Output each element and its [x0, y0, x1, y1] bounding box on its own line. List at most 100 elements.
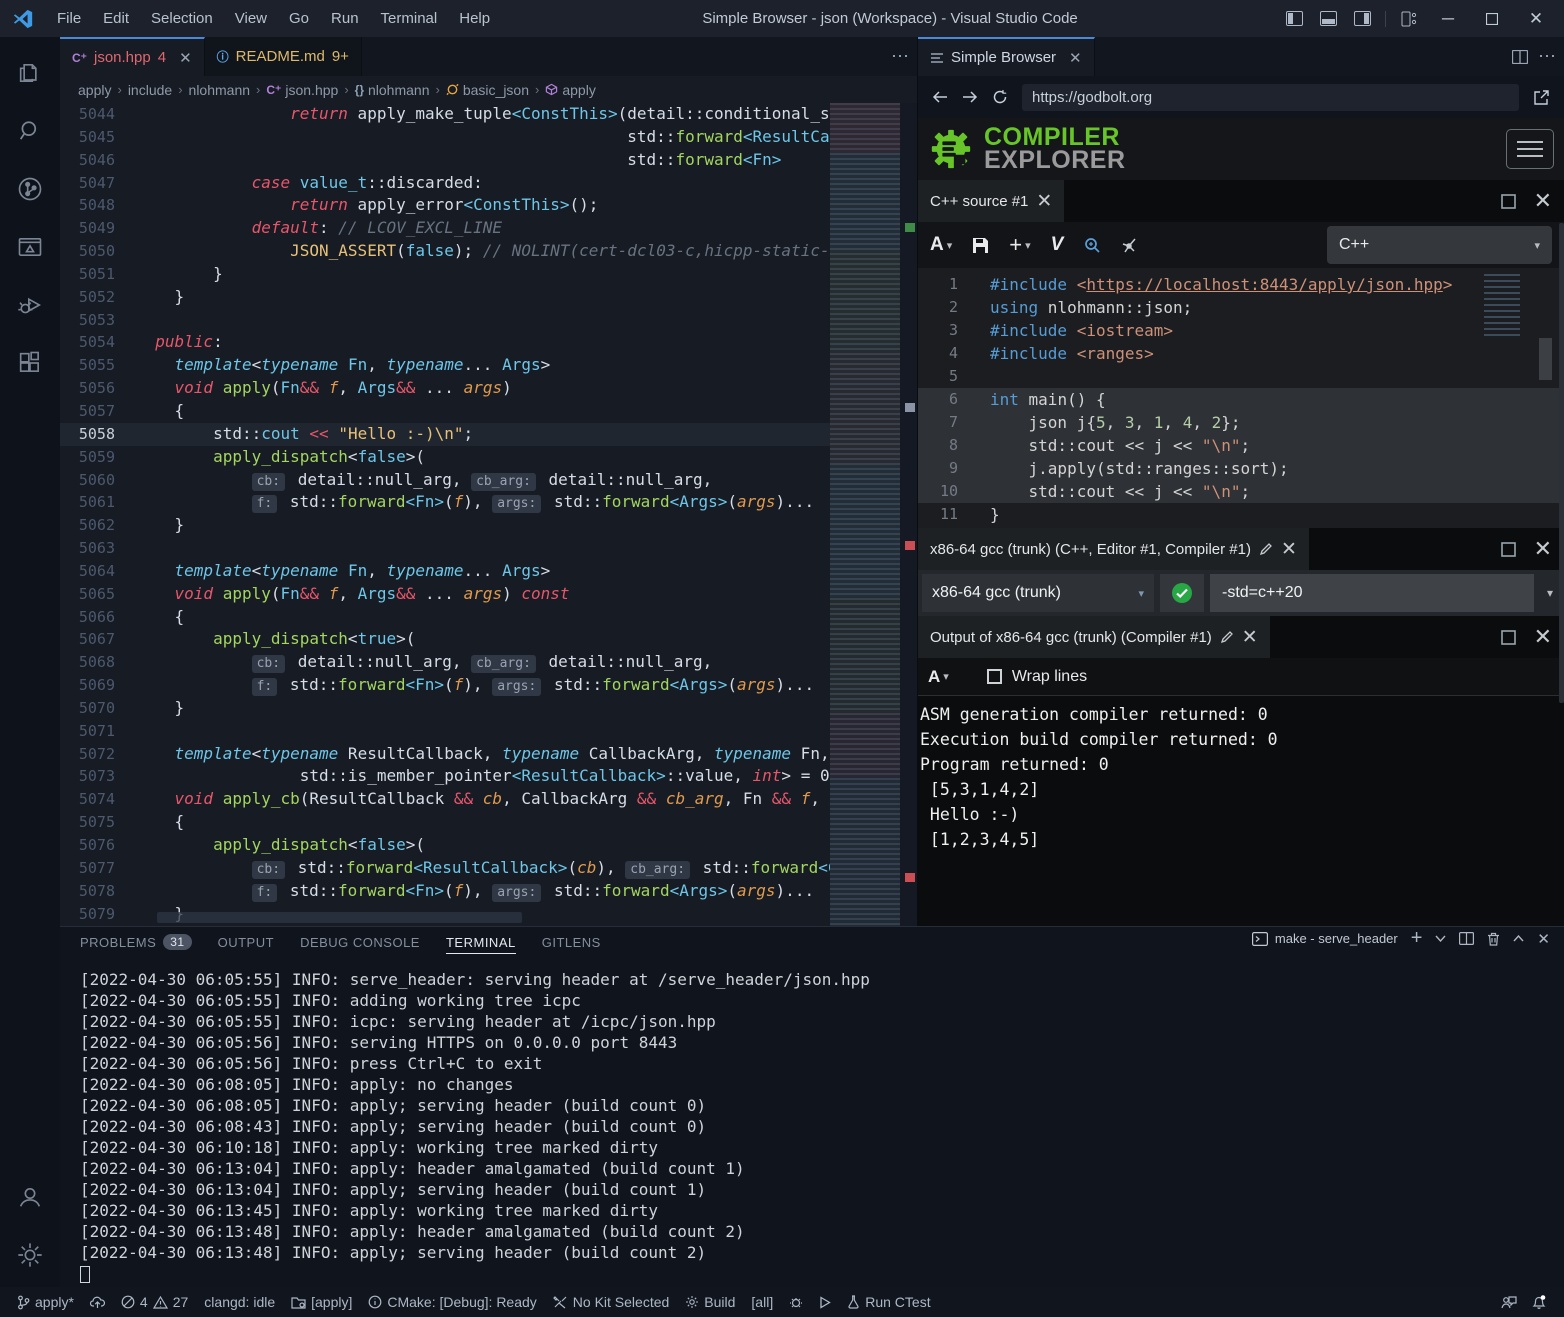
rename-pane-icon[interactable] — [1259, 542, 1273, 556]
clangd-status-item[interactable]: clangd: idle — [197, 1287, 282, 1317]
close-pane-icon[interactable]: ✕ — [1534, 624, 1552, 650]
cmake-status-item[interactable]: CMake: [Debug]: Ready — [361, 1287, 543, 1317]
close-panel-icon[interactable]: ✕ — [1537, 930, 1550, 948]
breadcrumb-item[interactable]: apply — [78, 82, 111, 98]
notifications-bell-icon[interactable] — [1524, 1294, 1554, 1310]
tab-simple-browser[interactable]: Simple Browser ✕ — [918, 37, 1095, 76]
problems-item[interactable]: 4 27 — [114, 1287, 195, 1317]
options-dropdown-icon[interactable]: ▾ — [1540, 586, 1560, 600]
maximize-pane-icon[interactable] — [1501, 630, 1516, 645]
terminal-instance[interactable]: make - serve_header — [1252, 931, 1398, 946]
tab-readme-md[interactable]: ⓘ README.md 9+ — [205, 37, 362, 76]
code-editor[interactable]: 5044 return apply_make_tuple<ConstThis>(… — [60, 103, 917, 926]
settings-gear-icon[interactable] — [6, 1229, 54, 1281]
back-icon[interactable] — [932, 90, 948, 104]
menu-selection[interactable]: Selection — [140, 10, 224, 27]
terminal-dropdown-icon[interactable] — [1435, 935, 1446, 942]
toggle-sidebar-icon[interactable] — [1279, 6, 1309, 32]
maximize-pane-icon[interactable] — [1501, 194, 1516, 209]
tool-icon[interactable] — [1121, 237, 1138, 254]
customize-layout-icon[interactable] — [1394, 6, 1424, 32]
menu-help[interactable]: Help — [448, 10, 501, 27]
menu-file[interactable]: File — [46, 10, 92, 27]
output-pane-tab[interactable]: Output of x86-64 gcc (trunk) (Compiler #… — [918, 616, 1270, 658]
feedback-icon[interactable] — [1493, 1295, 1524, 1310]
open-external-icon[interactable] — [1533, 89, 1550, 106]
panel-tab[interactable]: OUTPUT — [218, 935, 274, 950]
url-input[interactable]: https://godbolt.org — [1022, 84, 1519, 111]
close-window-button[interactable]: ✕ — [1516, 4, 1556, 34]
toggle-panel-icon[interactable] — [1313, 6, 1343, 32]
font-size-button[interactable]: A▾ — [930, 234, 952, 256]
panel-tab[interactable]: DEBUG CONSOLE — [300, 935, 420, 950]
launch-item[interactable] — [812, 1287, 838, 1317]
maximize-button[interactable] — [1472, 4, 1512, 34]
close-tab-icon[interactable]: ✕ — [179, 49, 192, 67]
build-target-item[interactable]: [all] — [744, 1287, 780, 1317]
explorer-icon[interactable] — [6, 47, 54, 99]
menu-edit[interactable]: Edit — [92, 10, 140, 27]
build-item[interactable]: Build — [678, 1287, 742, 1317]
minimize-button[interactable]: ─ — [1428, 4, 1468, 34]
save-icon[interactable] — [972, 237, 989, 254]
breadcrumb-item[interactable]: include — [128, 82, 172, 98]
more-actions-icon[interactable]: ⋯ — [891, 46, 909, 67]
zoom-icon[interactable] — [1083, 236, 1101, 254]
cmake-folder-item[interactable]: [apply] — [284, 1287, 359, 1317]
extensions-icon[interactable] — [6, 337, 54, 389]
search-icon[interactable] — [6, 105, 54, 157]
close-pane-icon[interactable]: ✕ — [1242, 626, 1258, 649]
accounts-icon[interactable] — [6, 1171, 54, 1223]
close-pane-icon[interactable]: ✕ — [1534, 536, 1552, 562]
panel-tab[interactable]: GITLENS — [542, 935, 601, 950]
godbolt-scrollbar[interactable] — [1539, 338, 1552, 380]
close-pane-icon[interactable]: ✕ — [1036, 190, 1052, 213]
menu-go[interactable]: Go — [278, 10, 320, 27]
minimap[interactable] — [830, 103, 900, 926]
maximize-pane-icon[interactable] — [1501, 542, 1516, 557]
language-select[interactable]: C++▾ — [1327, 226, 1552, 264]
split-terminal-icon[interactable] — [1459, 932, 1474, 945]
close-pane-icon[interactable]: ✕ — [1534, 188, 1552, 214]
compiler-pane-tab[interactable]: x86-64 gcc (trunk) (C++, Editor #1, Comp… — [918, 528, 1309, 570]
debug-item[interactable] — [782, 1287, 810, 1317]
vim-mode-icon[interactable]: V — [1051, 234, 1064, 256]
hamburger-menu-button[interactable] — [1506, 129, 1554, 169]
breadcrumb-item[interactable]: apply — [562, 82, 595, 98]
new-terminal-icon[interactable]: + — [1411, 927, 1423, 950]
menu-terminal[interactable]: Terminal — [370, 10, 449, 27]
kill-terminal-icon[interactable] — [1487, 932, 1500, 946]
breadcrumb-item[interactable]: nlohmann — [368, 82, 430, 98]
terminal[interactable]: [2022-04-30 06:05:55] INFO: serve_header… — [60, 957, 1564, 1287]
git-branch-item[interactable]: apply* — [10, 1287, 81, 1317]
font-size-button[interactable]: A▾ — [928, 667, 949, 687]
live-preview-icon[interactable] — [6, 221, 54, 273]
breadcrumb-item[interactable]: nlohmann — [189, 82, 251, 98]
browser-scrollbar[interactable] — [1559, 223, 1564, 703]
add-pane-button[interactable]: +▾ — [1009, 232, 1030, 258]
godbolt-editor[interactable]: 1#include <https://localhost:8443/apply/… — [918, 268, 1564, 528]
horizontal-scrollbar[interactable] — [157, 912, 522, 923]
close-pane-icon[interactable]: ✕ — [1281, 538, 1297, 561]
source-control-icon[interactable] — [6, 163, 54, 215]
compiler-options-input[interactable]: -std=c++20 — [1210, 574, 1534, 612]
breadcrumb-item[interactable]: json.hpp — [285, 82, 338, 98]
wrap-lines-checkbox[interactable] — [987, 669, 1002, 684]
breadcrumb-item[interactable]: basic_json — [463, 82, 529, 98]
menu-view[interactable]: View — [224, 10, 278, 27]
menu-run[interactable]: Run — [320, 10, 370, 27]
kit-item[interactable]: No Kit Selected — [546, 1287, 677, 1317]
publish-icon[interactable] — [83, 1287, 112, 1317]
panel-tab[interactable]: PROBLEMS31 — [80, 934, 192, 950]
ctest-item[interactable]: Run CTest — [840, 1287, 937, 1317]
reload-icon[interactable] — [992, 89, 1008, 105]
toggle-secondary-sidebar-icon[interactable] — [1347, 6, 1377, 32]
forward-icon[interactable] — [962, 90, 978, 104]
compiler-select[interactable]: x86-64 gcc (trunk)▾ — [922, 574, 1154, 612]
source-pane-tab[interactable]: C++ source #1 ✕ — [918, 180, 1064, 222]
maximize-panel-icon[interactable] — [1513, 935, 1524, 942]
rename-pane-icon[interactable] — [1220, 630, 1234, 644]
panel-tab[interactable]: TERMINAL — [446, 935, 516, 954]
run-debug-icon[interactable] — [6, 279, 54, 331]
tab-json-hpp[interactable]: C⁺ json.hpp 4 ✕ — [60, 37, 205, 76]
